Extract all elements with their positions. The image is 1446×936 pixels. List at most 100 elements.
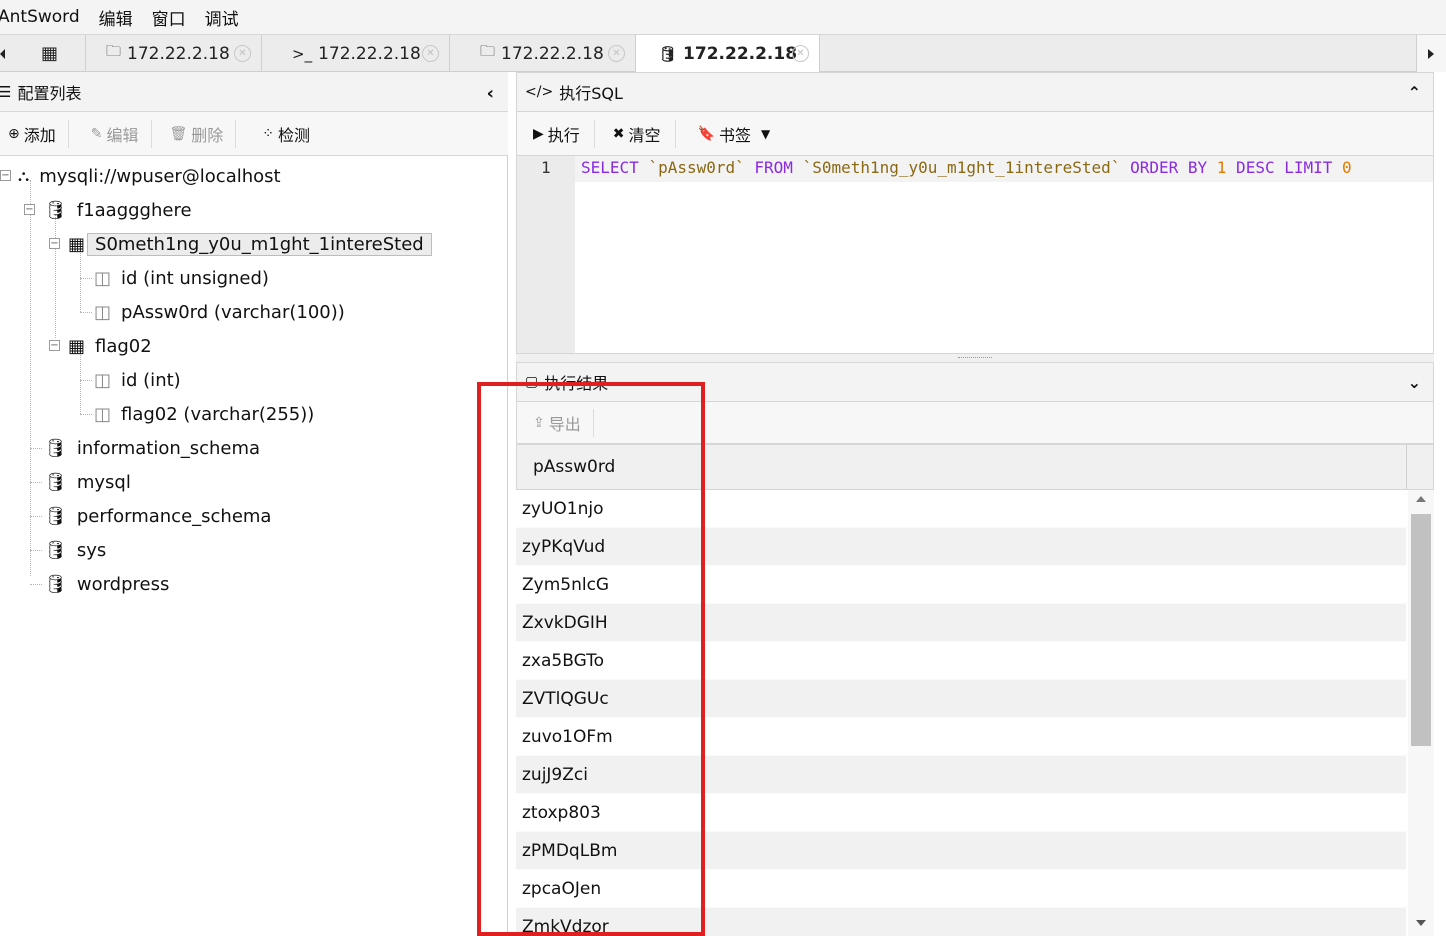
tab-file-manager-2[interactable]: 🗀 172.22.2.18 ✕: [450, 35, 636, 72]
tab-label: 172.22.2.18: [127, 43, 230, 64]
table-row[interactable]: zpcaOJen: [516, 870, 1406, 908]
node-label: sys: [76, 539, 107, 561]
terminal-icon: >_: [292, 44, 313, 63]
add-label: 添加: [23, 125, 56, 145]
chevron-right-icon: [1428, 49, 1434, 59]
edit-icon: ✎: [90, 125, 103, 142]
scroll-tabs-right-button[interactable]: [1416, 35, 1446, 72]
play-icon: ▶: [533, 125, 544, 142]
code-number: 1: [1216, 158, 1227, 177]
sql-code[interactable]: SELECT `pAssw0rd` FROM `S0meth1ng_y0u_m1…: [581, 158, 1352, 177]
node-label: wordpress: [76, 573, 170, 595]
tab-terminal[interactable]: >_ 172.22.2.18 ✕: [262, 35, 450, 72]
caret-down-icon: ▼: [761, 126, 771, 141]
run-button[interactable]: ▶ 执行: [517, 119, 595, 148]
table-row[interactable]: zxa5BGTo: [516, 642, 1406, 680]
tree-node-database[interactable]: 🛢 sys: [44, 537, 106, 563]
collapse-toggle[interactable]: −: [24, 204, 35, 215]
menu-app[interactable]: AntSword: [0, 7, 80, 27]
results-scrollbar[interactable]: [1408, 490, 1434, 936]
table-row[interactable]: ZVTlQGUc: [516, 680, 1406, 718]
tab-label: 172.22.2.18: [318, 43, 421, 64]
close-icon[interactable]: ✕: [608, 45, 625, 62]
node-label: mysqli://wpuser@localhost: [39, 165, 281, 187]
collapse-toggle[interactable]: −: [49, 238, 60, 249]
window-icon: ▢: [525, 374, 539, 390]
table-row[interactable]: zujJ9Zci: [516, 756, 1406, 794]
edit-button[interactable]: ✎ 编辑: [69, 119, 152, 148]
menu-edit[interactable]: 编辑: [99, 5, 133, 30]
tree-line: [30, 448, 42, 449]
plus-circle-icon: ⊕: [8, 125, 20, 142]
collapse-left-icon[interactable]: ‹: [487, 83, 494, 104]
tree-line: [80, 278, 92, 279]
tree-node-table[interactable]: ▦ S0meth1ng_y0u_m1ght_1intereSted: [68, 231, 432, 257]
tree-node-database[interactable]: 🛢 performance_schema: [44, 503, 271, 529]
bookmark-label: 书签: [718, 125, 751, 145]
scroll-down-icon[interactable]: [1416, 920, 1426, 926]
collapse-toggle[interactable]: −: [0, 170, 11, 181]
tab-database[interactable]: 🛢 172.22.2.18 ✕: [636, 35, 820, 73]
table-row[interactable]: ZmkVdzor: [516, 908, 1406, 936]
tree-node-column[interactable]: ◫ id (int unsigned): [94, 265, 269, 291]
scroll-up-icon[interactable]: [1416, 496, 1426, 502]
pane-splitter[interactable]: [516, 354, 1434, 362]
node-label: mysql: [76, 471, 131, 493]
folder-icon: 🗀: [480, 42, 496, 60]
database-icon: 🛢: [44, 437, 67, 459]
node-label: S0meth1ng_y0u_m1ght_1intereSted: [87, 232, 432, 256]
table-row[interactable]: ztoxp803: [516, 794, 1406, 832]
delete-button[interactable]: 🗑 删除: [152, 119, 237, 148]
table-row[interactable]: Zym5nlcG: [516, 566, 1406, 604]
tree-node-column[interactable]: ◫ flag02 (varchar(255)): [94, 401, 314, 427]
check-label: 检测: [278, 125, 311, 145]
close-icon[interactable]: ✕: [792, 45, 809, 62]
chevron-up-icon[interactable]: ⌃: [1408, 83, 1421, 102]
table-row[interactable]: ZxvkDGIH: [516, 604, 1406, 642]
tree-node-column[interactable]: ◫ id (int): [94, 367, 181, 393]
tab-label: 172.22.2.18: [683, 44, 798, 64]
tab-file-manager[interactable]: 🗀 172.22.2.18 ✕: [86, 35, 262, 72]
bookmark-button[interactable]: 🔖 书签 ▼: [676, 120, 785, 148]
config-toolbar: ⊕ 添加 ✎ 编辑 🗑 删除 ⁘ 检测: [0, 112, 508, 156]
results-rows: zyUO1njo zyPKqVud Zym5nlcG ZxvkDGIH zxa5…: [516, 490, 1406, 936]
tab-bar: ▦ 🗀 172.22.2.18 ✕ >_ 172.22.2.18 ✕ 🗀 172…: [0, 34, 1446, 73]
tree-line: [30, 482, 42, 483]
table-row[interactable]: zuvo1OFm: [516, 718, 1406, 756]
code-icon: </>: [525, 84, 554, 100]
table-row[interactable]: zyPKqVud: [516, 528, 1406, 566]
tree-node-database[interactable]: 🛢 f1aaggghere: [44, 197, 192, 223]
upload-icon: ⇪: [533, 414, 545, 431]
node-label: information_schema: [76, 437, 261, 459]
export-button[interactable]: ⇪ 导出: [517, 408, 594, 437]
column-header[interactable]: pAssw0rd: [517, 445, 1407, 489]
scrollbar-thumb[interactable]: [1411, 514, 1431, 746]
scroll-tabs-left-icon[interactable]: [0, 49, 5, 59]
tree-node-column[interactable]: ◫ pAssw0rd (varchar(100)): [94, 299, 345, 325]
menu-debug[interactable]: 调试: [205, 5, 239, 30]
tree-node-database[interactable]: 🛢 wordpress: [44, 571, 169, 597]
code-keyword: DESC LIMIT: [1226, 158, 1343, 177]
node-label: id (int): [121, 369, 181, 391]
add-button[interactable]: ⊕ 添加: [0, 119, 69, 148]
tree-node-database[interactable]: 🛢 information_schema: [44, 435, 260, 461]
tree-node-table[interactable]: ▦ flag02: [68, 333, 152, 359]
close-icon[interactable]: ✕: [422, 45, 439, 62]
table-row[interactable]: zPMDqLBm: [516, 832, 1406, 870]
table-row[interactable]: zyUO1njo: [516, 490, 1406, 528]
tree-node-connection[interactable]: ⛬ mysqli://wpuser@localhost: [18, 163, 281, 189]
sql-editor[interactable]: 1 SELECT `pAssw0rd` FROM `S0meth1ng_y0u_…: [516, 156, 1434, 354]
node-label: pAssw0rd (varchar(100)): [121, 301, 345, 323]
splitter-grip: [958, 357, 992, 358]
tree-node-database[interactable]: 🛢 mysql: [44, 469, 131, 495]
database-icon: 🛢: [44, 539, 67, 561]
sitemap-icon: ⛬: [18, 166, 30, 185]
close-icon[interactable]: ✕: [234, 45, 251, 62]
clear-button[interactable]: ✖ 清空: [595, 119, 676, 148]
chevron-down-icon[interactable]: ⌄: [1408, 373, 1421, 392]
menu-window[interactable]: 窗口: [152, 5, 186, 30]
collapse-toggle[interactable]: −: [49, 340, 60, 351]
check-button[interactable]: ⁘ 检测: [236, 120, 322, 148]
tab-home[interactable]: ▦: [14, 35, 86, 72]
results-grid-header: pAssw0rd: [516, 444, 1434, 490]
